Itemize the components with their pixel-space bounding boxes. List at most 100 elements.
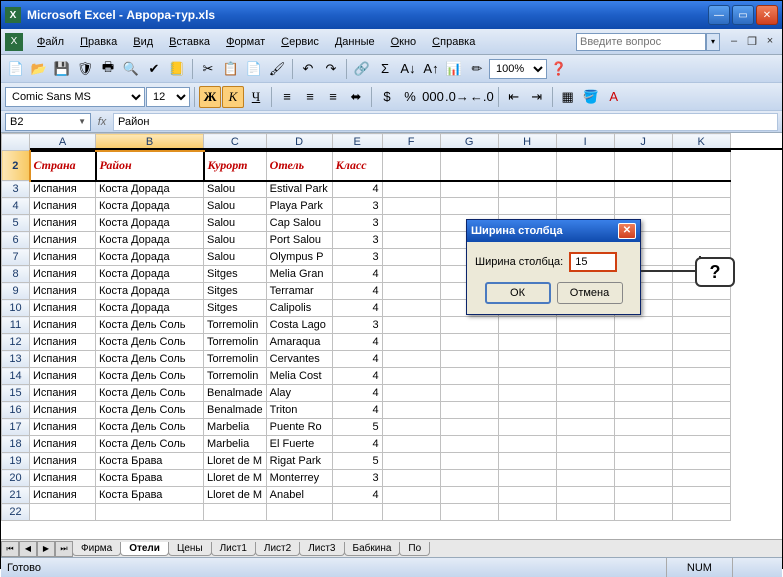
- cell-B3[interactable]: Коста Дорада: [96, 181, 204, 198]
- cell-E19[interactable]: 5: [332, 453, 382, 470]
- cell-G4[interactable]: [440, 198, 498, 215]
- sort-asc-icon[interactable]: A↓: [397, 58, 419, 80]
- row-header-9[interactable]: 9: [2, 283, 30, 300]
- cell-D18[interactable]: El Fuerte: [266, 436, 332, 453]
- sheet-tab-По[interactable]: По: [399, 542, 430, 556]
- row-header-2[interactable]: 2: [2, 151, 30, 181]
- cell-B7[interactable]: Коста Дорада: [96, 249, 204, 266]
- cell-F17[interactable]: [382, 419, 440, 436]
- zoom-combo[interactable]: 100%: [489, 59, 547, 79]
- fill-color-icon[interactable]: 🪣: [580, 86, 602, 108]
- cell-I20[interactable]: [556, 470, 614, 487]
- col-header-H[interactable]: H: [498, 134, 556, 151]
- sort-desc-icon[interactable]: A↑: [420, 58, 442, 80]
- cell-I15[interactable]: [556, 385, 614, 402]
- cell-A20[interactable]: Испания: [30, 470, 96, 487]
- cell-B14[interactable]: Коста Дель Соль: [96, 368, 204, 385]
- cell-H2[interactable]: [498, 151, 556, 181]
- merge-center-icon[interactable]: ⬌: [345, 86, 367, 108]
- cell-H3[interactable]: [498, 181, 556, 198]
- cell-H14[interactable]: [498, 368, 556, 385]
- sheet-tab-Фирма[interactable]: Фирма: [72, 542, 121, 556]
- cell-E12[interactable]: 4: [332, 334, 382, 351]
- comma-icon[interactable]: 000: [422, 86, 444, 108]
- undo-icon[interactable]: ↶: [297, 58, 319, 80]
- hyperlink-icon[interactable]: 🔗: [351, 58, 373, 80]
- drawing-icon[interactable]: ✏: [466, 58, 488, 80]
- font-size-combo[interactable]: 12: [146, 87, 190, 107]
- cell-B15[interactable]: Коста Дель Соль: [96, 385, 204, 402]
- cell-C8[interactable]: Sitges: [204, 266, 267, 283]
- col-header-E[interactable]: E: [332, 134, 382, 151]
- cell-E11[interactable]: 3: [332, 317, 382, 334]
- cell-K10[interactable]: [672, 300, 730, 317]
- cell-B19[interactable]: Коста Брава: [96, 453, 204, 470]
- cell-F5[interactable]: [382, 215, 440, 232]
- cell-A3[interactable]: Испания: [30, 181, 96, 198]
- cell-G18[interactable]: [440, 436, 498, 453]
- cell-C18[interactable]: Marbelia: [204, 436, 267, 453]
- row-header-16[interactable]: 16: [2, 402, 30, 419]
- cell-C15[interactable]: Benalmade: [204, 385, 267, 402]
- cell-J2[interactable]: [614, 151, 672, 181]
- currency-icon[interactable]: $: [376, 86, 398, 108]
- cell-D10[interactable]: Calipolis: [266, 300, 332, 317]
- cell-G14[interactable]: [440, 368, 498, 385]
- decrease-decimal-icon[interactable]: ←.0: [470, 86, 494, 108]
- cell-G11[interactable]: [440, 317, 498, 334]
- font-combo[interactable]: Comic Sans MS: [5, 87, 145, 107]
- cell-D21[interactable]: Anabel: [266, 487, 332, 504]
- row-header-11[interactable]: 11: [2, 317, 30, 334]
- cell-B21[interactable]: Коста Брава: [96, 487, 204, 504]
- menu-вид[interactable]: Вид: [125, 33, 161, 51]
- row-header-15[interactable]: 15: [2, 385, 30, 402]
- cell-J13[interactable]: [614, 351, 672, 368]
- print-icon[interactable]: 🖶: [97, 58, 119, 80]
- cell-I14[interactable]: [556, 368, 614, 385]
- cell-C19[interactable]: Lloret de M: [204, 453, 267, 470]
- cell-G13[interactable]: [440, 351, 498, 368]
- font-color-icon[interactable]: A: [603, 86, 625, 108]
- cell-E18[interactable]: 4: [332, 436, 382, 453]
- cut-icon[interactable]: ✂: [197, 58, 219, 80]
- name-box[interactable]: B2 ▼: [5, 113, 91, 131]
- excel-doc-icon[interactable]: X: [5, 33, 23, 51]
- row-header-5[interactable]: 5: [2, 215, 30, 232]
- cell-J20[interactable]: [614, 470, 672, 487]
- cell-E10[interactable]: 4: [332, 300, 382, 317]
- cell-F14[interactable]: [382, 368, 440, 385]
- cell-C11[interactable]: Torremolin: [204, 317, 267, 334]
- cell-F18[interactable]: [382, 436, 440, 453]
- cell-A7[interactable]: Испания: [30, 249, 96, 266]
- cell-D7[interactable]: Olympus P: [266, 249, 332, 266]
- cell-H19[interactable]: [498, 453, 556, 470]
- sheet-tab-Лист3[interactable]: Лист3: [299, 542, 344, 556]
- cell-C9[interactable]: Sitges: [204, 283, 267, 300]
- cell-J17[interactable]: [614, 419, 672, 436]
- cell-A15[interactable]: Испания: [30, 385, 96, 402]
- cell-C21[interactable]: Lloret de M: [204, 487, 267, 504]
- cell-D14[interactable]: Melia Cost: [266, 368, 332, 385]
- menu-окно[interactable]: Окно: [383, 33, 425, 51]
- cell-H20[interactable]: [498, 470, 556, 487]
- sheet-tab-Лист2[interactable]: Лист2: [255, 542, 300, 556]
- sheet-tab-Цены[interactable]: Цены: [168, 542, 212, 556]
- percent-icon[interactable]: %: [399, 86, 421, 108]
- doc-minimize-button[interactable]: –: [726, 35, 742, 49]
- cell-E9[interactable]: 4: [332, 283, 382, 300]
- cell-I3[interactable]: [556, 181, 614, 198]
- preview-icon[interactable]: 🔍: [120, 58, 142, 80]
- cell-E16[interactable]: 4: [332, 402, 382, 419]
- cell-J14[interactable]: [614, 368, 672, 385]
- cell-E20[interactable]: 3: [332, 470, 382, 487]
- sheet-tab-Отели[interactable]: Отели: [120, 542, 169, 556]
- help-search-dropdown[interactable]: ▾: [706, 33, 720, 51]
- cell-E3[interactable]: 4: [332, 181, 382, 198]
- row-header-13[interactable]: 13: [2, 351, 30, 368]
- cell-I13[interactable]: [556, 351, 614, 368]
- menu-вставка[interactable]: Вставка: [161, 33, 218, 51]
- dialog-close-button[interactable]: ✕: [618, 223, 636, 239]
- cell-A21[interactable]: Испания: [30, 487, 96, 504]
- cell-E4[interactable]: 3: [332, 198, 382, 215]
- cell-D12[interactable]: Amaraqua: [266, 334, 332, 351]
